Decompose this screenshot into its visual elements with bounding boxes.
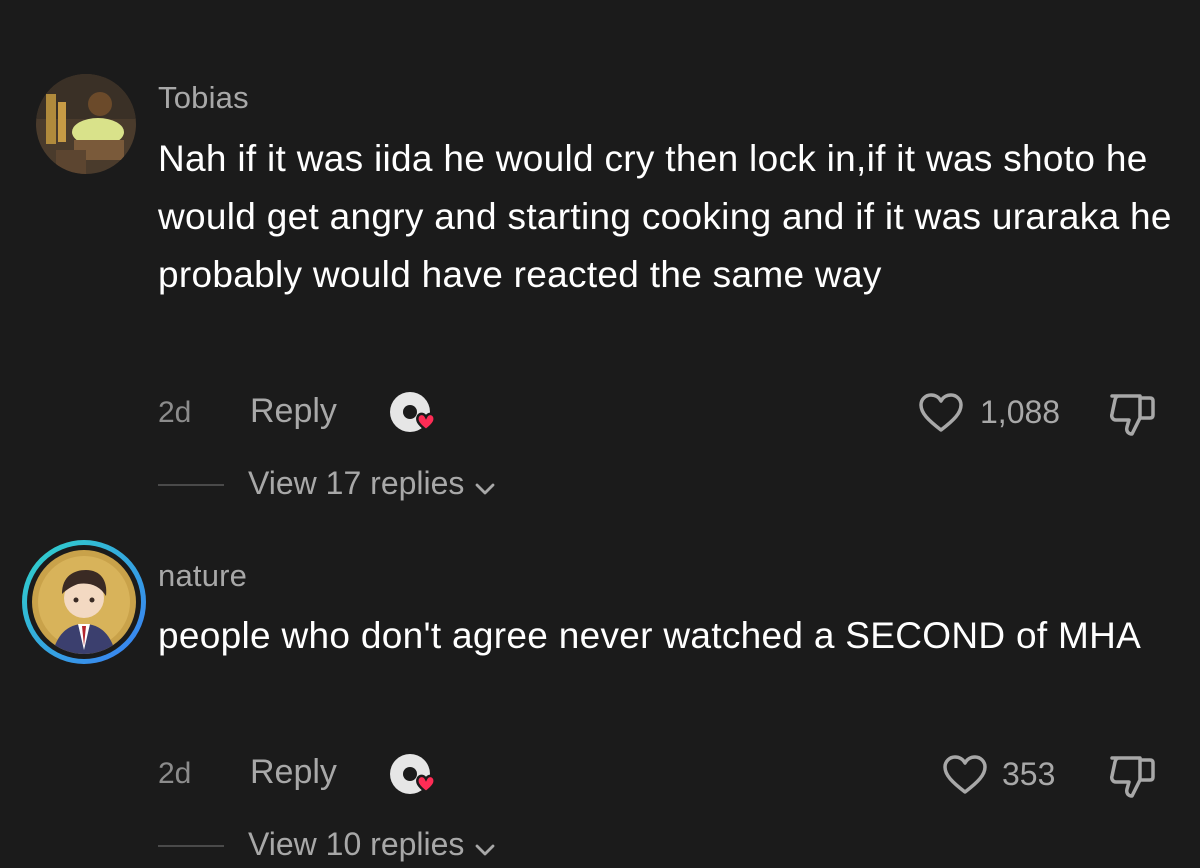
comment-username[interactable]: nature — [158, 558, 247, 594]
like-count: 353 — [1002, 756, 1056, 792]
replies-divider — [158, 845, 224, 847]
thumbs-down-icon[interactable] — [1106, 752, 1158, 800]
chevron-down-icon — [474, 828, 496, 865]
comment-text: people who don't agree never watched a S… — [158, 615, 1142, 656]
comment-age: 2d — [158, 757, 192, 790]
avatar-image — [22, 540, 146, 664]
comment-item: nature people who don't agree never watc… — [0, 0, 1200, 868]
view-replies-button[interactable]: View 10 replies — [248, 826, 496, 865]
heart-outline-icon[interactable] — [942, 754, 988, 796]
avatar[interactable] — [20, 538, 148, 666]
view-replies-label: View 10 replies — [248, 826, 465, 862]
creator-reaction-icon[interactable] — [388, 750, 444, 800]
reply-button[interactable]: Reply — [250, 753, 337, 792]
